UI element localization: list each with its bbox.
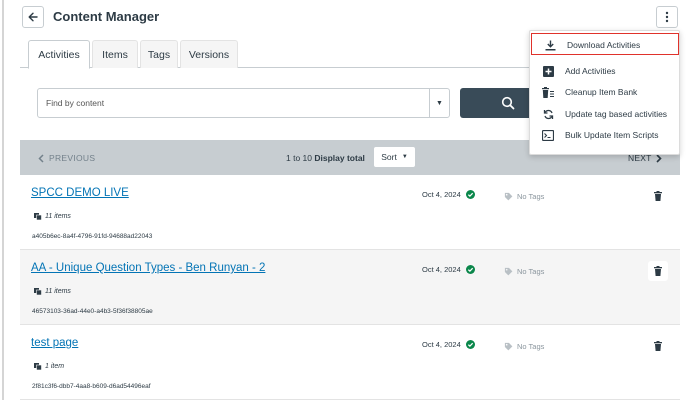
check-circle-icon [465,190,475,199]
item-count: 1 item [34,363,64,370]
table-row: test page 1 item 2f81c3f6-dbb7-4aa8-b609… [20,325,680,400]
menu-item-label: Add Activities [565,66,616,76]
menu-item-label: Update tag based activities [565,109,668,119]
search-type-dropdown[interactable]: ▼ [429,89,449,117]
tags-info: No Tags [504,267,544,276]
arrow-left-icon [28,12,38,22]
more-options-button[interactable] [656,6,678,28]
item-count: 11 items [34,288,71,295]
activity-id: 2f81c3f6-dbb7-4aa8-b609-d6ad54496eaf [32,383,151,390]
page-count: 1 to 10 Display total [286,153,365,163]
date-label: Oct 4, 2024 [422,340,461,349]
search-field: ▼ [37,88,450,118]
menu-item-bulk-update-item-scripts[interactable]: Bulk Update Item Scripts [530,124,681,146]
menu-item-label: Cleanup Item Bank [565,87,638,97]
stack-icon [34,288,42,295]
menu-item-add-activities[interactable]: Add Activities [530,60,681,82]
trash-icon [654,191,662,201]
stack-icon [34,213,42,220]
download-icon [544,39,556,51]
tags-label: No Tags [517,192,545,201]
kebab-vertical-icon [665,11,669,23]
tag-icon [504,342,513,351]
tab-items[interactable]: Items [92,40,138,68]
tags-label: No Tags [517,267,545,276]
table-row: SPCC DEMO LIVE 11 items a405b6ec-8a4f-47… [20,175,680,250]
date-status: Oct 4, 2024 [422,340,475,349]
menu-item-download-activities[interactable]: Download Activities [531,33,679,55]
sort-button[interactable]: Sort ▼ [373,146,416,168]
caret-down-icon: ▼ [401,154,408,160]
item-count-label: 11 items [45,288,71,295]
stack-icon [34,363,42,370]
date-label: Oct 4, 2024 [422,265,461,274]
previous-label: PREVIOUS [49,153,96,163]
menu-item-label: Bulk Update Item Scripts [565,130,659,140]
left-border [2,0,4,400]
date-label: Oct 4, 2024 [422,190,461,199]
previous-page-link[interactable]: PREVIOUS [38,153,95,163]
tab-versions[interactable]: Versions [180,40,238,68]
item-count-label: 1 item [45,363,65,370]
table-row: AA - Unique Question Types - Ben Runyan … [20,250,680,325]
activity-title-link[interactable]: SPCC DEMO LIVE [31,187,129,199]
refresh-icon [542,108,554,120]
activity-id: 46573103-36ad-44e0-a4b3-5f36f38805ae [32,308,153,315]
menu-item-cleanup-item-bank[interactable]: Cleanup Item Bank [530,81,681,103]
date-status: Oct 4, 2024 [422,190,475,199]
display-total-link[interactable]: Display total [314,153,365,163]
trash-list-icon [542,86,554,98]
menu-item-label: Download Activities [567,40,641,50]
back-button[interactable] [22,6,44,28]
sort-label: Sort [381,152,397,162]
search-icon [501,96,515,110]
activity-title-link[interactable]: AA - Unique Question Types - Ben Runyan … [31,262,265,274]
delete-button[interactable] [648,261,668,281]
activity-id: a405b6ec-8a4f-4796-91fd-94688ad22043 [32,233,153,240]
caret-down-icon: ▼ [436,99,443,107]
search-input[interactable] [38,89,430,117]
chevron-left-icon [38,153,44,163]
tags-info: No Tags [504,342,544,351]
tab-tags[interactable]: Tags [140,40,178,68]
page-range: 1 to 10 [286,153,312,163]
check-circle-icon [465,340,475,349]
delete-button[interactable] [648,186,668,206]
menu-item-update-tag-based-activities[interactable]: Update tag based activities [530,103,681,125]
tab-activities[interactable]: Activities [28,40,90,69]
terminal-icon [542,129,554,141]
add-square-icon [542,65,554,77]
page-title: Content Manager [53,9,160,24]
tags-label: No Tags [517,342,545,351]
activity-title-link[interactable]: test page [31,337,78,349]
options-menu: Download Activities Add Activities Clean… [529,30,680,155]
item-count-label: 11 items [45,213,71,220]
check-circle-icon [465,265,475,274]
tag-icon [504,267,513,276]
delete-button[interactable] [648,336,668,356]
item-count: 11 items [34,213,71,220]
tag-icon [504,192,513,201]
tags-info: No Tags [504,192,544,201]
date-status: Oct 4, 2024 [422,265,475,274]
trash-icon [654,266,662,276]
trash-icon [654,341,662,351]
